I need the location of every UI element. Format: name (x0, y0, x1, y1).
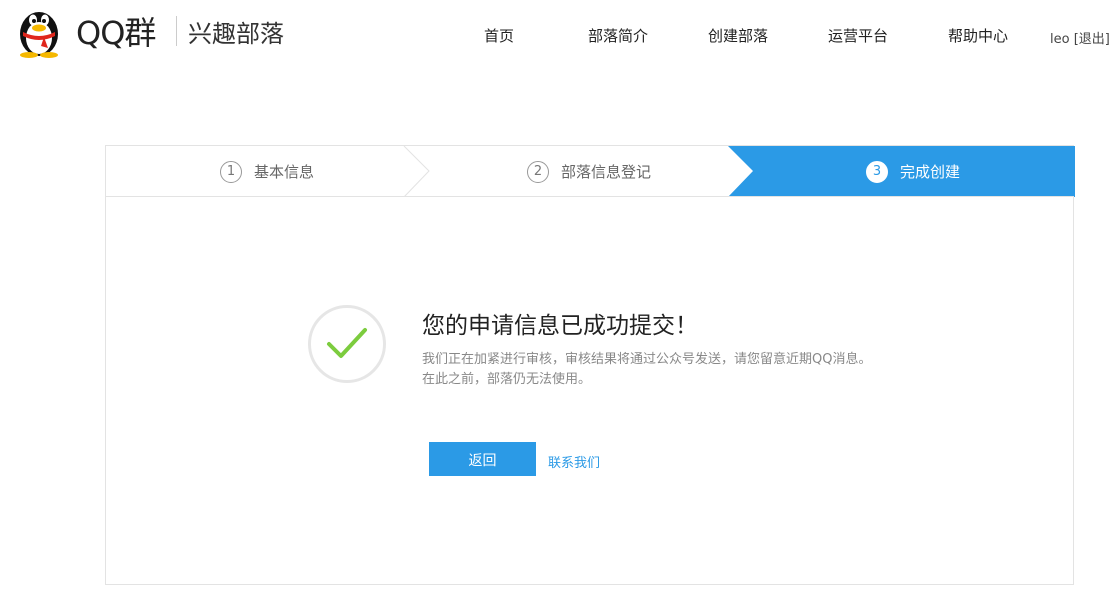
step-tribe-registration: 2 部落信息登记 (527, 146, 651, 197)
back-button[interactable]: 返回 (429, 442, 536, 476)
header: QQ群 兴趣部落 首页 部落简介 创建部落 运营平台 帮助中心 leo [退出] (0, 0, 1116, 72)
logout-link[interactable]: [退出] (1074, 32, 1110, 47)
logo-divider (176, 16, 177, 46)
step-complete: 3 完成创建 (866, 146, 960, 197)
step-label: 完成创建 (900, 163, 961, 181)
nav-item-help[interactable]: 帮助中心 (948, 25, 1008, 46)
result-description: 我们正在加紧进行审核，审核结果将通过公众号发送，请您留意近期QQ消息。 在此之前… (422, 350, 892, 390)
step-basic-info: 1 基本信息 (220, 146, 314, 197)
user-info: leo [退出] (1050, 28, 1110, 47)
nav-item-create[interactable]: 创建部落 (708, 25, 768, 46)
step-progress-bar: 1 基本信息 2 部落信息登记 3 完成创建 (105, 145, 1075, 197)
logo-subtitle: 兴趣部落 (188, 20, 284, 48)
step-number: 2 (527, 160, 549, 183)
success-title: 您的申请信息已成功提交！ (422, 313, 698, 339)
contact-us-link[interactable]: 联系我们 (548, 452, 600, 471)
username: leo (1050, 32, 1070, 47)
nav-item-operations[interactable]: 运营平台 (828, 25, 888, 46)
nav-item-about[interactable]: 部落简介 (588, 25, 648, 46)
result-panel (105, 196, 1074, 585)
qq-penguin-logo-icon (14, 4, 64, 58)
step-number: 3 (866, 160, 888, 183)
step-number: 1 (220, 160, 242, 183)
description-line: 在此之前，部落仍无法使用。 (422, 372, 592, 387)
nav-item-home[interactable]: 首页 (484, 25, 514, 46)
step-label: 部落信息登记 (561, 163, 652, 181)
step-label: 基本信息 (254, 163, 315, 181)
logo-text: QQ群 (76, 14, 156, 52)
success-check-icon (308, 305, 386, 383)
description-line: 我们正在加紧进行审核，审核结果将通过公众号发送，请您留意近期QQ消息。 (422, 352, 872, 367)
